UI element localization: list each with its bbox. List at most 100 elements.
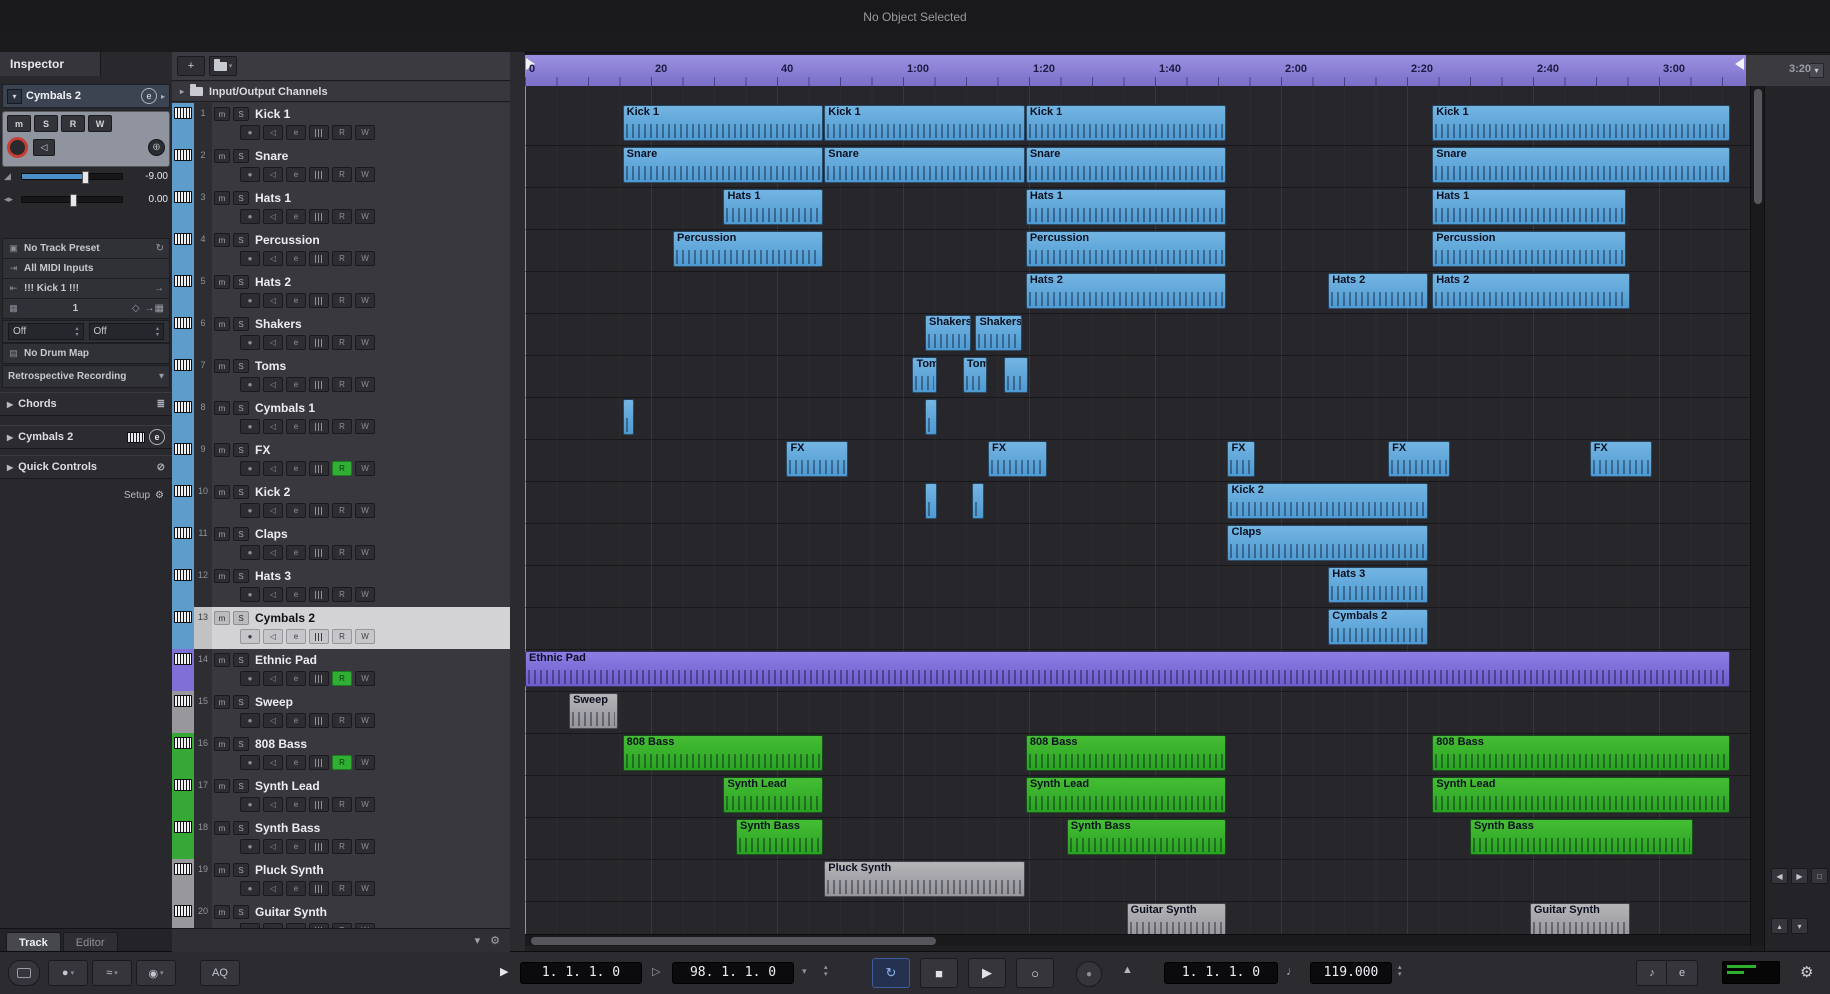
clip-percussion[interactable]: Percussion	[1025, 231, 1227, 267]
read-automation-button[interactable]: R	[332, 797, 352, 812]
common-record-modes-button[interactable]: ● ▾	[48, 960, 88, 986]
clip-kick-2[interactable]: Kick 2	[1227, 483, 1429, 519]
clip-fx[interactable]: FX	[1589, 441, 1652, 477]
read-automation-button[interactable]: R	[332, 167, 352, 182]
mute-button[interactable]: m	[214, 149, 230, 163]
horizontal-scroll-thumb[interactable]	[531, 937, 936, 945]
precount-icon[interactable]: ▲	[1122, 964, 1133, 976]
record-arm-button[interactable]: ●	[240, 125, 260, 140]
drum-map-row[interactable]: ▤ No Drum Map	[2, 343, 170, 364]
monitor-button[interactable]: ◁	[263, 251, 283, 266]
read-automation-button[interactable]: R	[332, 335, 352, 350]
edit-channel-button[interactable]: e	[286, 335, 306, 350]
clip-snare[interactable]: Snare	[1025, 147, 1227, 183]
channel-strip-button[interactable]	[309, 797, 329, 812]
mute-button[interactable]: m	[214, 485, 230, 499]
clip-guitar-synth[interactable]: Guitar Synth	[1529, 903, 1630, 934]
edit-channel-button[interactable]: e	[286, 419, 306, 434]
record-arm-button[interactable]: ●	[240, 503, 260, 518]
edit-channel-button[interactable]: e	[286, 587, 306, 602]
clip-ethnic-pad[interactable]: Ethnic Pad	[525, 651, 1731, 687]
solo-button[interactable]: S	[233, 485, 249, 499]
clip-hats-2[interactable]: Hats 2	[1432, 273, 1630, 309]
channel-strip-button[interactable]	[309, 671, 329, 686]
clip-percussion[interactable]: Percussion	[673, 231, 824, 267]
read-automation-button[interactable]: R	[61, 115, 85, 132]
edit-channel-button[interactable]: e	[286, 377, 306, 392]
auto-quantize-button[interactable]: AQ	[200, 960, 240, 986]
clip-guitar-synth[interactable]: Guitar Synth	[1126, 903, 1227, 934]
track-name[interactable]: Hats 1	[255, 191, 291, 205]
mute-button[interactable]: m	[214, 317, 230, 331]
secondary-position-display[interactable]: 1. 1. 1. 0	[1164, 962, 1278, 984]
write-automation-button[interactable]: W	[355, 461, 375, 476]
track-row-snare[interactable]: 2 m S Snare ● ◁ e R W	[172, 145, 510, 188]
track-row-hats-2[interactable]: 5 m S Hats 2 ● ◁ e R W	[172, 271, 510, 314]
record-button[interactable]: ○	[1016, 958, 1054, 988]
record-arm-button[interactable]: ●	[240, 545, 260, 560]
write-automation-button[interactable]: W	[355, 503, 375, 518]
channel-strip-button[interactable]	[309, 419, 329, 434]
track-row-hats-1[interactable]: 3 m S Hats 1 ● ◁ e R W	[172, 187, 510, 230]
solo-button[interactable]: S	[233, 275, 249, 289]
clip-unnamed[interactable]	[622, 399, 635, 435]
section-chords[interactable]: ▶ Chords ≣	[0, 392, 172, 416]
track-row-sweep[interactable]: 15 m S Sweep ● ◁ e R W	[172, 691, 510, 734]
track-name[interactable]: Snare	[255, 149, 288, 163]
edit-channel-button[interactable]: e	[286, 755, 306, 770]
retrospective-row[interactable]: Retrospective Recording ▾	[2, 365, 170, 388]
zoom-out-button[interactable]: ▴	[1771, 918, 1788, 934]
track-name[interactable]: Cymbals 1	[255, 401, 315, 415]
track-preset-row[interactable]: ▣ No Track Preset ↻	[2, 238, 170, 259]
read-automation-button[interactable]: R	[332, 293, 352, 308]
track-name[interactable]: Hats 2	[255, 275, 291, 289]
track-row-shakers[interactable]: 6 m S Shakers ● ◁ e R W	[172, 313, 510, 356]
channel-strip-button[interactable]	[309, 377, 329, 392]
channel-strip-button[interactable]	[309, 503, 329, 518]
write-automation-button[interactable]: W	[355, 419, 375, 434]
record-arm-button[interactable]: ●	[240, 335, 260, 350]
mute-button[interactable]: m	[214, 779, 230, 793]
mute-button[interactable]: m	[214, 359, 230, 373]
clip-unnamed[interactable]	[925, 399, 937, 435]
track-name[interactable]: Synth Bass	[255, 821, 320, 835]
channel-strip-button[interactable]	[309, 839, 329, 854]
clip-claps[interactable]: Claps	[1227, 525, 1429, 561]
channel-strip-button[interactable]	[309, 293, 329, 308]
chevron-down-icon[interactable]: ▾	[159, 371, 164, 382]
clip-kick-1[interactable]: Kick 1	[824, 105, 1025, 141]
clip-unnamed[interactable]	[1003, 357, 1028, 393]
clip-hats-1[interactable]: Hats 1	[1025, 189, 1227, 225]
mute-button[interactable]: m	[214, 611, 230, 625]
clip-synth-bass[interactable]: Synth Bass	[1470, 819, 1693, 855]
track-name[interactable]: Percussion	[255, 233, 320, 247]
clip-synth-lead[interactable]: Synth Lead	[1025, 777, 1227, 813]
clip-808-bass[interactable]: 808 Bass	[622, 735, 824, 771]
track-row-synth-bass[interactable]: 18 m S Synth Bass ● ◁ e R W	[172, 817, 510, 860]
solo-button[interactable]: S	[233, 359, 249, 373]
clip-pluck-synth[interactable]: Pluck Synth	[824, 861, 1025, 897]
mute-button[interactable]: m	[214, 233, 230, 247]
clip-tom[interactable]: Tom	[962, 357, 988, 393]
write-automation-button[interactable]: W	[355, 125, 375, 140]
section-cymbals-2[interactable]: ▶ Cymbals 2 e	[0, 425, 172, 449]
midi-record-modes-button[interactable]: ◉ ▾	[136, 960, 176, 986]
mute-button[interactable]: m	[7, 115, 31, 132]
record-arm-button[interactable]: ●	[240, 461, 260, 476]
solo-button[interactable]: S	[233, 905, 249, 919]
tempo-display[interactable]: 119.000	[1310, 962, 1392, 984]
record-arm-button[interactable]: ●	[240, 251, 260, 266]
channel-strip-button[interactable]	[309, 251, 329, 266]
solo-button[interactable]: S	[233, 149, 249, 163]
vertical-scrollbar[interactable]	[1750, 86, 1765, 946]
diamond-icon[interactable]: ◇	[132, 303, 140, 314]
track-name[interactable]: Kick 2	[255, 485, 290, 499]
clip-hats-1[interactable]: Hats 1	[1432, 189, 1627, 225]
write-automation-button[interactable]: W	[88, 115, 112, 132]
write-automation-button[interactable]: W	[355, 335, 375, 350]
stepper-icon[interactable]: ▴ ▾	[156, 326, 159, 338]
track-name[interactable]: Guitar Synth	[255, 905, 327, 919]
edit-channel-button[interactable]: e	[286, 881, 306, 896]
write-automation-button[interactable]: W	[355, 881, 375, 896]
tab-track[interactable]: Track	[6, 932, 61, 952]
